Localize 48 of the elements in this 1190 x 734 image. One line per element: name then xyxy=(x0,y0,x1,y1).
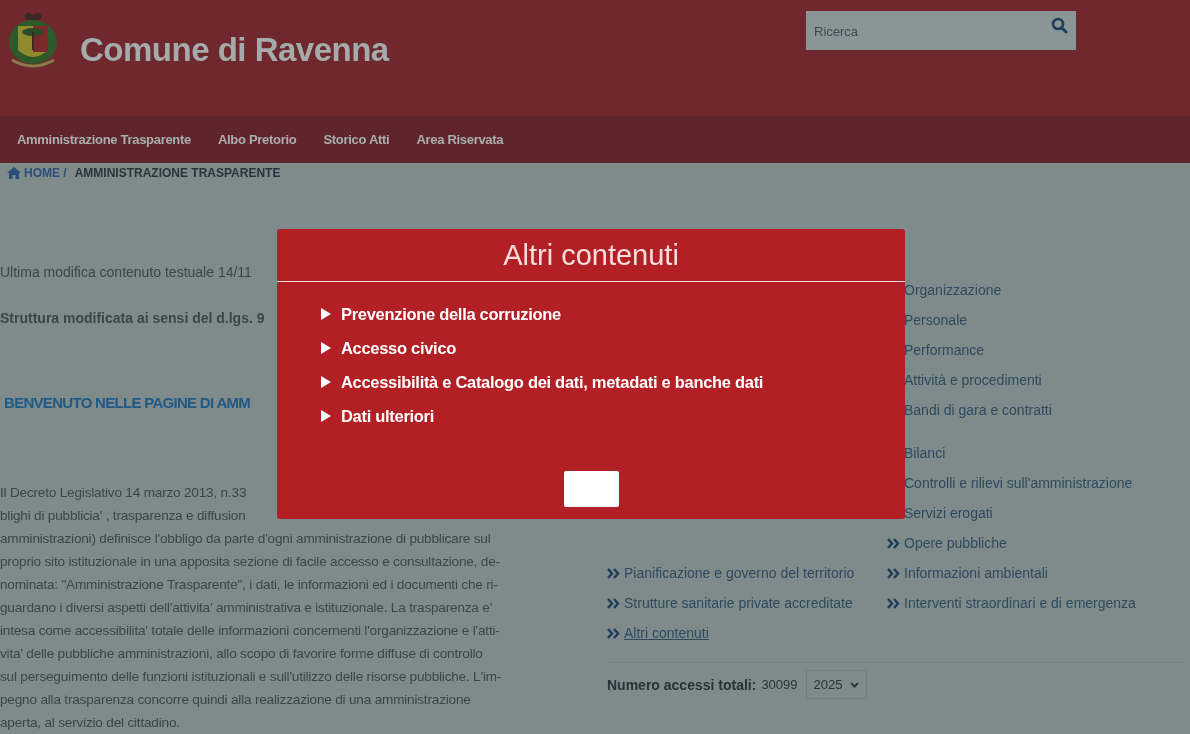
double-chevron-icon xyxy=(887,597,900,609)
section-link[interactable]: Pianificazione e governo del territorio xyxy=(624,565,855,581)
site-title[interactable]: Comune di Ravenna xyxy=(80,31,389,69)
welcome-heading: BENVENUTO NELLE PAGINE DI AMM xyxy=(4,394,251,411)
access-label: Numero accessi totali: xyxy=(607,676,757,693)
section-link[interactable]: Controlli e rilievi sull'amministrazione xyxy=(904,475,1133,491)
modal-link[interactable]: Accesso civico xyxy=(341,338,457,358)
nav-link[interactable]: Area Riservata xyxy=(416,132,504,147)
double-chevron-icon xyxy=(887,567,900,579)
section-link[interactable]: Bandi di gara e contratti xyxy=(904,402,1052,418)
double-chevron-icon xyxy=(607,567,620,579)
home-link[interactable]: HOME / xyxy=(7,166,67,180)
structure-note: Struttura modificata ai sensi del d.lgs. 9 xyxy=(0,310,265,326)
section-link[interactable]: Opere pubbliche xyxy=(904,535,1007,551)
section-link[interactable]: Organizzazione xyxy=(904,282,1002,298)
search-field[interactable]: Ricerca xyxy=(806,11,1076,50)
triangle-icon xyxy=(321,410,331,422)
triangle-icon xyxy=(321,376,331,388)
search-icon xyxy=(1051,17,1068,34)
access-count: 30099 xyxy=(761,677,798,692)
section-link[interactable]: Interventi straordinari e di emergenza xyxy=(904,595,1136,611)
double-chevron-icon xyxy=(607,597,620,609)
modal-button[interactable] xyxy=(564,471,619,507)
section-link[interactable]: Altri contenuti xyxy=(624,625,709,641)
section-link[interactable]: Personale xyxy=(904,312,968,328)
breadcrumb-current: AMMINISTRAZIONE TRASPARENTE xyxy=(74,166,281,180)
section-link[interactable]: Strutture sanitarie private accreditate xyxy=(624,595,853,611)
section-link[interactable]: Servizi erogati xyxy=(904,505,993,521)
triangle-icon xyxy=(321,308,331,320)
modal-title: Altri contenuti xyxy=(277,229,905,282)
section-link[interactable]: Informazioni ambientali xyxy=(904,565,1048,581)
double-chevron-icon xyxy=(607,627,620,639)
section-link[interactable]: Performance xyxy=(904,342,985,358)
coat-of-arms-drawing xyxy=(6,10,60,70)
nav-link[interactable]: Storico Atti xyxy=(323,132,390,147)
nav-link[interactable]: Amministrazione Trasparente xyxy=(17,132,191,147)
home-icon xyxy=(7,167,21,179)
year-select[interactable]: 2025 xyxy=(805,670,868,699)
modal-link[interactable]: Dati ulteriori xyxy=(341,406,434,426)
chevron-down-icon xyxy=(850,681,860,688)
section-link[interactable]: Bilanci xyxy=(904,445,946,461)
modal-link[interactable]: Accessibilità e Catalogo dei dati, metadati e banche dati xyxy=(341,372,764,392)
nav-link[interactable]: Albo Pretorio xyxy=(217,132,297,147)
section-link[interactable]: Attività e procedimenti xyxy=(904,372,1042,388)
last-modified-text: Ultima modifica contenuto testuale 14/11 xyxy=(0,264,252,280)
modal-link[interactable]: Prevenzione della corruzione xyxy=(341,304,561,324)
triangle-icon xyxy=(321,342,331,354)
double-chevron-icon xyxy=(887,537,900,549)
